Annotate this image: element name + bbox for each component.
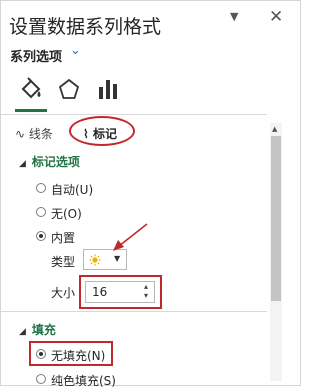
marker-size-value[interactable]: 16 bbox=[92, 285, 107, 299]
radio-solid-fill[interactable] bbox=[36, 374, 46, 384]
line-tab-icon: ∿ bbox=[15, 127, 26, 141]
marker-options-heading: 标记选项 bbox=[31, 155, 80, 169]
series-options-dropdown-label[interactable]: 系列选项 bbox=[10, 46, 62, 65]
sun-marker-icon bbox=[89, 254, 101, 266]
marker-size-spinner[interactable]: 16 ▴ ▾ bbox=[85, 281, 155, 303]
type-label: 类型 bbox=[51, 255, 76, 269]
effects-pentagon-icon[interactable] bbox=[54, 75, 84, 103]
radio-auto[interactable] bbox=[36, 183, 46, 193]
pane-title: 设置数据系列格式 bbox=[9, 16, 162, 38]
format-data-series-pane: 设置数据系列格式 ▼ ✕ 系列选项 ⌄ ∿ 线条 ⌇ 标记 ◢ 标记选项 自动(… bbox=[0, 0, 301, 388]
collapse-triangle-icon: ◢ bbox=[19, 159, 26, 169]
line-tab-label: 线条 bbox=[28, 127, 53, 141]
radio-none[interactable] bbox=[36, 207, 46, 217]
radio-no-fill[interactable] bbox=[36, 349, 46, 359]
marker-tab-icon: ⌇ bbox=[83, 127, 89, 141]
fill-line-icon[interactable] bbox=[16, 75, 46, 103]
series-options-chevron-icon[interactable]: ⌄ bbox=[70, 43, 81, 58]
pane-options-chevron-icon[interactable]: ▼ bbox=[230, 10, 238, 23]
radio-none-label: 无(O) bbox=[51, 207, 82, 221]
spin-up-icon[interactable]: ▴ bbox=[144, 282, 148, 291]
size-label: 大小 bbox=[51, 286, 76, 300]
scrollbar-thumb[interactable] bbox=[271, 136, 281, 301]
divider bbox=[1, 311, 267, 312]
radio-auto-label: 自动(U) bbox=[51, 183, 94, 197]
marker-tab-label: 标记 bbox=[93, 127, 118, 141]
fill-heading: 填充 bbox=[31, 323, 56, 337]
radio-solid-fill-label: 纯色填充(S) bbox=[51, 374, 116, 388]
tab-line[interactable]: ∿ 线条 bbox=[15, 125, 53, 142]
scroll-up-icon[interactable]: ▲ bbox=[272, 125, 277, 133]
annotation-arrow-icon bbox=[113, 223, 148, 251]
close-icon[interactable]: ✕ bbox=[269, 7, 283, 27]
tab-marker[interactable]: ⌇ 标记 bbox=[83, 125, 117, 142]
section-fill[interactable]: ◢ 填充 bbox=[19, 321, 56, 338]
spin-down-icon[interactable]: ▾ bbox=[144, 291, 148, 300]
dropdown-arrow-icon: ▼ bbox=[114, 254, 121, 263]
collapse-triangle-icon: ◢ bbox=[19, 327, 26, 337]
radio-builtin-label: 内置 bbox=[51, 231, 76, 245]
radio-no-fill-label: 无填充(N) bbox=[51, 349, 106, 363]
section-marker-options[interactable]: ◢ 标记选项 bbox=[19, 153, 80, 170]
divider bbox=[1, 114, 267, 115]
series-options-bar-icon[interactable] bbox=[93, 75, 123, 103]
radio-builtin[interactable] bbox=[36, 231, 46, 241]
active-tab-indicator bbox=[15, 109, 47, 112]
